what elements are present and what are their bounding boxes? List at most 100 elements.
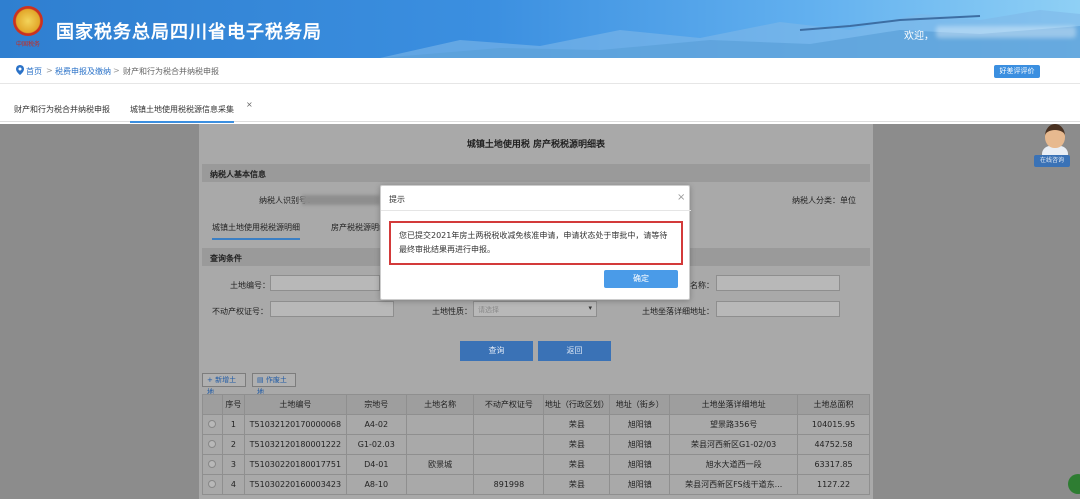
cell-seq: 2 [221,434,245,455]
land-no-label: 土地编号： [230,281,270,290]
notice-modal: 提示 × 您已提交2021年房土两税税收减免核准申请，申请状态处于审批中，请等待… [380,185,691,300]
query-button[interactable]: 查询 [460,341,533,361]
modal-message: 您已提交2021年房土两税税收减免核准申请，申请状态处于审批中，请等待最终审批结… [389,221,683,265]
cell-address: 旭水大道西一段 [669,454,799,475]
cell-street: 旭阳镇 [609,414,671,435]
land-name-label: 名称： [690,281,714,290]
radio-button[interactable] [208,419,217,428]
col-property-cert: 不动产权证号 [473,394,545,415]
document-icon: ▤ [257,376,264,384]
land-address-input[interactable] [716,301,840,317]
modal-title: 提示 [389,195,405,204]
cell-parcel-no: A4-02 [345,414,407,435]
welcome-text: 欢迎， [904,31,934,42]
col-street: 地址（街乡） [609,394,671,415]
basic-info-header: 纳税人基本信息 [202,164,870,182]
col-seq: 序号 [221,394,245,415]
land-nature-select[interactable]: 请选择 ▾ [473,301,597,317]
cell-admin-region: 荣县 [543,474,611,495]
table-row[interactable]: 4 T51030220160003423 A8-10 891998 荣县 旭阳镇… [202,474,870,495]
cell-seq: 1 [221,414,245,435]
cell-total-area: 104015.95 [797,414,870,435]
col-select [202,394,223,415]
land-nature-label: 土地性质： [432,307,472,316]
site-title: 国家税务总局四川省电子税务局 [56,22,322,43]
table-header-row: 序号 土地编号 宗地号 土地名称 不动产权证号 地址（行政区划） 地址（街乡） … [202,394,870,415]
cell-address: 荣县河西新区FS线干道东... [669,474,799,495]
cell-parcel-no: G1-02.03 [345,434,407,455]
land-nature-placeholder: 请选择 [478,306,499,314]
row-select[interactable] [202,414,223,435]
location-pin-icon [16,65,24,75]
property-cert-input[interactable] [270,301,394,317]
row-select[interactable] [202,434,223,455]
land-no-input[interactable] [270,275,380,291]
cell-street: 旭阳镇 [609,434,671,455]
cell-street: 旭阳镇 [609,454,671,475]
taxpayer-id-value-redacted [302,195,380,205]
breadcrumb-current: 财产和行为税合并纳税申报 [123,67,219,76]
cell-property-cert [473,454,545,475]
breadcrumb-separator: > [113,66,120,75]
evaluation-button[interactable]: 好差评评价 [994,65,1040,78]
return-button[interactable]: 返回 [538,341,611,361]
cell-land-no: T51032120170000068 [243,414,347,435]
radio-button[interactable] [208,439,217,448]
cell-land-no: T51030220180017751 [243,454,347,475]
cell-total-area: 63317.85 [797,454,870,475]
col-parcel-no: 宗地号 [345,394,407,415]
confirm-button[interactable]: 确定 [604,270,678,288]
cell-land-name [405,434,475,455]
user-name-redacted [936,26,1076,38]
cell-seq: 3 [221,454,245,475]
table-row[interactable]: 2 T51032120180001222 G1-02.03 荣县 旭阳镇 荣县河… [202,434,870,455]
form-title: 城镇土地使用税 房产税税源明细表 [466,140,606,150]
online-consult-button[interactable]: 在线咨询 [1034,155,1070,167]
add-land-button[interactable]: + 新增土地 [202,373,246,396]
tab-land-tax-source[interactable]: 城镇土地使用税税源信息采集 [130,104,234,123]
row-select[interactable] [202,454,223,475]
cell-address: 荣县河西新区G1-02/03 [669,434,799,455]
cell-land-name [405,414,475,435]
cell-parcel-no: A8-10 [345,474,407,495]
col-total-area: 土地总面积 [797,394,870,415]
cell-property-cert: 891998 [473,474,545,495]
plus-icon: + [207,376,213,384]
tab-combined-filing[interactable]: 财产和行为税合并纳税申报 [14,104,110,115]
col-address: 土地坐落详细地址 [669,394,799,415]
cell-total-area: 44752.58 [797,434,870,455]
cell-seq: 4 [221,474,245,495]
chevron-down-icon: ▾ [588,304,592,312]
cell-property-cert [473,434,545,455]
modal-divider [381,210,691,211]
breadcrumb-home-link[interactable]: 首页 [26,66,42,77]
cell-land-no: T51030220160003423 [243,474,347,495]
land-name-input[interactable] [716,275,840,291]
table-row[interactable]: 1 T51032120170000068 A4-02 荣县 旭阳镇 望景路356… [202,414,870,435]
tab-close-icon[interactable]: × [246,100,253,109]
breadcrumb-tax-filing-link[interactable]: 税费申报及缴纳 [55,66,111,77]
national-emblem-logo: 中国税务 [10,6,46,48]
cell-address: 望景路356号 [669,414,799,435]
row-select[interactable] [202,474,223,495]
emblem-tag-text: 中国税务 [15,41,40,48]
property-cert-label: 不动产权证号： [212,307,268,316]
cell-land-name [405,474,475,495]
cell-total-area: 1127.22 [797,474,870,495]
subtab-land-tax-source[interactable]: 城镇土地使用税税源明细 [212,222,300,240]
cell-land-no: T51032120180001222 [243,434,347,455]
void-land-button[interactable]: ▤ 作废土地 [252,373,296,396]
close-icon[interactable]: × [677,192,685,203]
table-row[interactable]: 3 T51030220180017751 D4-01 欧景城 荣县 旭阳镇 旭水… [202,454,870,475]
taxpayer-type-label: 纳税人分类：单位 [792,196,856,205]
breadcrumb-separator: > [46,66,53,75]
radio-button[interactable] [208,479,217,488]
radio-button[interactable] [208,459,217,468]
cell-property-cert [473,414,545,435]
cell-admin-region: 荣县 [543,414,611,435]
cell-admin-region: 荣县 [543,454,611,475]
cell-parcel-no: D4-01 [345,454,407,475]
col-land-no: 土地编号 [243,394,347,415]
cell-admin-region: 荣县 [543,434,611,455]
subtab-property-tax-source[interactable]: 房产税税源明细 [331,222,387,233]
